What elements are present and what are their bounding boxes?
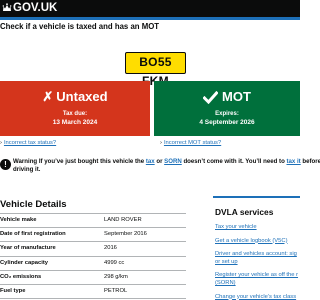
mot-expires-label: Expires:: [215, 111, 239, 117]
crown-icon: [2, 3, 12, 11]
vehicle-detail-key: Vehicle make: [0, 217, 37, 223]
vehicle-detail-value: LAND ROVER: [104, 217, 142, 223]
vehicle-detail-value: September 2016: [104, 231, 147, 238]
vehicle-detail-value: PETROL: [104, 287, 128, 294]
dvla-service-link-text[interactable]: Change your vehicle’s tax class: [215, 294, 296, 300]
dvla-service-link-text[interactable]: (SORN): [215, 280, 236, 286]
vehicle-details-heading: Vehicle Details: [0, 199, 67, 210]
dvla-service-link-text[interactable]: Driver and vehicles account: sig: [215, 251, 297, 257]
chevron-right-icon: ›: [0, 140, 2, 146]
dvla-service-link[interactable]: Tax your vehicle: [215, 224, 300, 232]
mot-status-heading: MOT: [154, 89, 300, 105]
check-icon: [202, 90, 219, 105]
govuk-header: GOV.UK: [0, 0, 300, 17]
dvla-service-link-text[interactable]: Get a vehicle logbook (V5C): [215, 238, 288, 244]
dvla-service-link-text[interactable]: or set up: [215, 259, 238, 265]
dvla-service-link[interactable]: Get a vehicle logbook (V5C): [215, 238, 300, 246]
incorrect-tax-status-link[interactable]: › Incorrect tax status?: [0, 139, 56, 147]
dvla-service-link[interactable]: Change your vehicle’s tax class: [215, 294, 300, 300]
vehicle-detail-row: Fuel type PETROL: [0, 285, 186, 300]
dvla-service-link[interactable]: Register your vehicle as off the r (SORN): [215, 272, 300, 287]
vehicle-detail-key: Fuel type: [0, 287, 26, 294]
vehicle-detail-row: Cylinder capacity 4999 cc: [0, 257, 186, 271]
vehicle-detail-value: 4999 cc: [104, 259, 125, 266]
incorrect-tax-status-text[interactable]: Incorrect tax status?: [4, 140, 56, 146]
dvla-services-links: Tax your vehicle Get a vehicle logbook (V…: [215, 224, 300, 300]
vehicle-details-list: Vehicle make LAND ROVER Date of first regi…: [0, 213, 186, 300]
registration-plate: BO55 FKM: [125, 52, 186, 88]
vehicle-detail-key: CO₂ emissions: [0, 273, 42, 280]
mot-status-panel: MOT Expires: 4 September 2026: [154, 81, 300, 136]
dvla-services-heading: DVLA services: [215, 207, 274, 217]
sorn-link[interactable]: SORN: [164, 158, 182, 165]
vehicle-detail-key: Cylinder capacity: [0, 259, 49, 266]
vehicle-detail-value: 2016: [104, 245, 117, 252]
govuk-logo-link[interactable]: GOV.UK: [13, 2, 57, 15]
header-accent-bar: [0, 17, 300, 20]
tax-link[interactable]: tax: [146, 158, 155, 165]
mot-expiry-date: 4 September 2026: [199, 119, 255, 126]
tax-due-label: Tax due:: [62, 111, 88, 117]
dvla-service-link[interactable]: Driver and vehicles account: sig or set u…: [215, 251, 300, 266]
tax-it-link[interactable]: tax it: [286, 158, 300, 165]
mot-status-text: MOT: [222, 89, 251, 104]
vehicle-detail-key: Year of manufacture: [0, 245, 56, 252]
page-title: Check if a vehicle is taxed and has an M…: [0, 22, 160, 31]
dvla-services-panel: DVLA services Tax your vehicle Get a vehi…: [213, 196, 300, 300]
vehicle-detail-row: Vehicle make LAND ROVER: [0, 214, 186, 229]
tax-status-heading: ✗ Untaxed: [0, 89, 150, 104]
tax-status-panel: ✗ Untaxed Tax due: 13 March 2024: [0, 81, 150, 136]
tax-status-text: Untaxed: [56, 89, 108, 104]
cross-icon: ✗: [42, 89, 54, 104]
tax-due-date: 13 March 2024: [52, 119, 98, 126]
vehicle-detail-key: Date of first registration: [0, 231, 66, 238]
dvla-service-link-text[interactable]: Register your vehicle as off the r: [215, 272, 298, 278]
warning-icon: !: [0, 159, 11, 170]
dvla-service-link-text[interactable]: Tax your vehicle: [215, 224, 257, 230]
vehicle-detail-row: Year of manufacture 2016: [0, 242, 186, 257]
incorrect-mot-status-text[interactable]: Incorrect MOT status?: [164, 140, 221, 146]
vehicle-detail-row: Date of first registration September 2016: [0, 228, 186, 243]
vehicle-detail-value: 298 g/km: [104, 273, 128, 280]
warning-text: Warning If you’ve just bought this vehic…: [13, 158, 320, 173]
incorrect-mot-status-link[interactable]: › Incorrect MOT status?: [160, 139, 221, 147]
warning-text-line2: driving it.: [13, 166, 41, 173]
warning-callout: ! Warning If you’ve just bought this veh…: [0, 157, 320, 177]
vehicle-detail-row: CO₂ emissions 298 g/km: [0, 271, 186, 285]
chevron-right-icon: ›: [160, 140, 162, 146]
